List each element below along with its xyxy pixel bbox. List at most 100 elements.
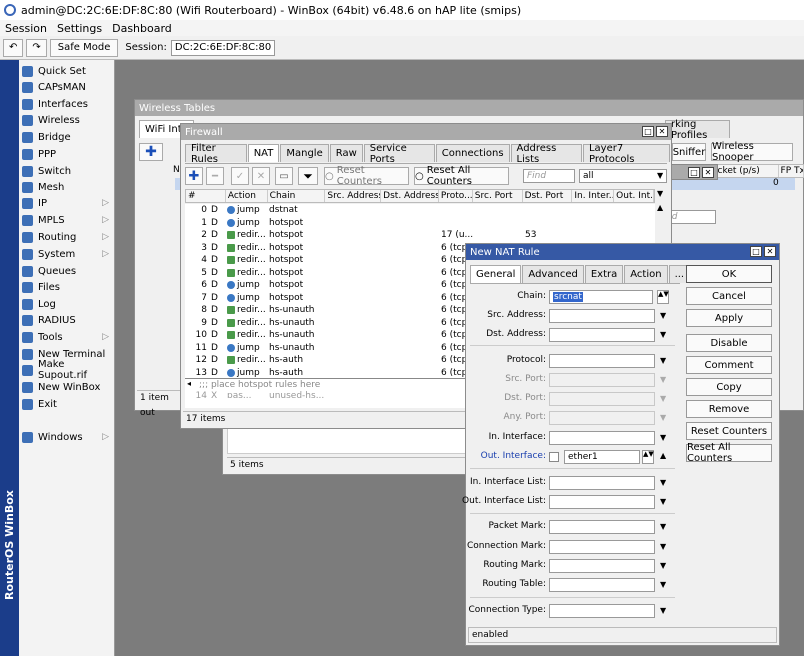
tab-raw[interactable]: Raw [329,144,363,162]
sidebar-item-exit[interactable]: Exit [19,396,115,412]
reset-all-counters-button[interactable]: Reset All Counters [686,442,772,464]
chevron-down-icon[interactable]: ▼ [660,330,666,339]
tab-action[interactable]: Action [624,265,668,283]
chevron-down-icon[interactable]: ▼ [657,189,663,198]
reset-counters-button[interactable]: ○ Reset Counters [324,165,409,187]
chevron-down-icon[interactable]: ▼ [660,561,666,570]
sidebar-item-switch[interactable]: Switch [19,163,115,179]
sidebar-item-mesh[interactable]: Mesh [19,179,115,195]
disable-icon[interactable]: ✕ [252,167,270,185]
dst-port-field[interactable] [549,392,655,406]
column-header[interactable]: Src. Port [473,190,523,202]
out-interface-field[interactable]: ether1 [564,450,640,464]
updown-arrow-icon[interactable]: ▲▼ [657,290,669,304]
sidebar-item-radius[interactable]: RADIUS [19,312,115,328]
apply-button[interactable]: Apply [686,309,772,327]
table-row[interactable]: 1 Djump hotspot [185,217,573,230]
sidebar-item-queues[interactable]: Queues [19,263,115,279]
chevron-down-icon[interactable]: ▼ [660,522,666,531]
close-icon[interactable]: ✕ [764,246,776,257]
connection-mark-field[interactable] [549,540,655,554]
sidebar-item-routing[interactable]: Routing ▷ [19,229,115,245]
reset-counters-button[interactable]: Reset Counters [686,422,772,440]
src-address-field[interactable] [549,309,655,323]
sidebar-item-mpls[interactable]: MPLS ▷ [19,212,115,228]
chevron-down-icon[interactable]: ▼ [660,497,666,506]
firewall-find-input[interactable]: Find [523,169,575,183]
close-icon[interactable]: ✕ [702,167,714,178]
add-icon[interactable]: ✚ [139,143,163,161]
column-header[interactable]: Dst. Port [523,190,573,202]
close-icon[interactable]: ✕ [656,126,668,137]
chevron-up-icon[interactable]: ▲ [657,203,663,212]
tab-advanced[interactable]: Advanced [522,265,584,283]
any-port-field[interactable] [549,411,655,425]
in-interface-list-field[interactable] [549,476,655,490]
sidebar-item-interfaces[interactable]: Interfaces [19,96,115,112]
disable-button[interactable]: Disable [686,334,772,352]
sidebar-item-tools[interactable]: Tools ▷ [19,329,115,345]
table-row[interactable]: 0 Djump dstnat [185,204,573,217]
sidebar-item-windows[interactable]: Windows ▷ [19,429,115,445]
protocol-field[interactable] [549,354,655,368]
nat-rule-window-title[interactable]: New NAT Rule □ ✕ [466,244,779,260]
column-header[interactable]: Dst. Address [381,190,439,202]
tab-address-lists[interactable]: Address Lists [510,143,582,165]
sidebar-item-files[interactable]: Files [19,279,115,295]
menu-dashboard[interactable]: Dashboard [107,22,177,35]
sidebar-item-capsman[interactable]: CAPsMAN [19,79,115,95]
undo-button[interactable]: ↶ [3,38,24,57]
menu-settings[interactable]: Settings [52,22,107,35]
tab-extra[interactable]: Extra [584,265,624,283]
routing-mark-field[interactable] [549,559,655,573]
menu-session[interactable]: Session [0,22,52,35]
col-name[interactable]: N [173,165,180,175]
wireless-snooper-button[interactable]: Wireless Snooper [711,141,793,163]
maximize-icon[interactable]: □ [642,126,654,137]
tab-mangle[interactable]: Mangle [280,144,329,162]
sidebar-item-make-supout-rif[interactable]: Make Supout.rif [19,359,115,381]
sidebar-item-ppp[interactable]: PPP [19,146,115,162]
column-header[interactable]: In. Inter... [572,190,615,202]
remove-button[interactable]: Remove [686,400,772,418]
session-field[interactable]: DC:2C:6E:DF:8C:80 [170,39,276,56]
src-port-field[interactable] [549,373,655,387]
chevron-down-icon[interactable]: ▼ [660,413,666,422]
sidebar-item-ip[interactable]: IP ▷ [19,195,115,211]
chain-field[interactable]: srcnat [549,290,653,304]
in-interface-field[interactable] [549,431,655,445]
table-row[interactable]: 14 Xpas... unused-hs... [185,390,325,398]
comment-button[interactable]: Comment [686,356,772,374]
chevron-down-icon[interactable]: ▼ [657,171,663,180]
connection-type-field[interactable] [549,604,655,618]
chevron-down-icon[interactable]: ▼ [660,606,666,615]
chevron-down-icon[interactable]: ▼ [660,394,666,403]
tab-connections[interactable]: Connections [435,144,510,162]
chevron-down-icon[interactable]: ▼ [660,311,666,320]
column-header[interactable]: Out. Int... [614,190,654,202]
chevron-down-icon[interactable]: ▼ [660,580,666,589]
tab-layer7-protocols[interactable]: Layer7 Protocols [582,143,670,165]
sniffer-button[interactable]: Sniffer [672,143,706,161]
sidebar-item-bridge[interactable]: Bridge [19,129,115,145]
tab-service-ports[interactable]: Service Ports [363,143,435,165]
col-fp-tx[interactable]: FP Tx [779,165,804,177]
chevron-down-icon[interactable]: ▼ [660,375,666,384]
out-interface-invert-checkbox[interactable] [549,452,559,462]
copy-button[interactable]: Copy [686,378,772,396]
chevron-down-icon[interactable]: ▼ [660,433,666,442]
chevron-up-icon[interactable]: ▲ [660,451,666,460]
redo-button[interactable]: ↷ [26,38,47,57]
routing-table-field[interactable] [549,578,655,592]
chevron-down-icon[interactable]: ▼ [660,356,666,365]
tab-general[interactable]: General [470,265,522,283]
enable-icon[interactable]: ✓ [231,167,249,185]
firewall-window-title[interactable]: Firewall □ ✕ [181,124,671,140]
column-header[interactable]: # [186,190,226,202]
column-header[interactable]: Action [226,190,268,202]
sidebar-item-quick-set[interactable]: Quick Set [19,63,115,79]
chevron-down-icon[interactable]: ▼ [660,542,666,551]
sidebar-item-new-winbox[interactable]: New WinBox [19,379,115,395]
column-header[interactable]: Chain [268,190,326,202]
tab-security-profiles[interactable]: rking Profiles [665,119,730,141]
